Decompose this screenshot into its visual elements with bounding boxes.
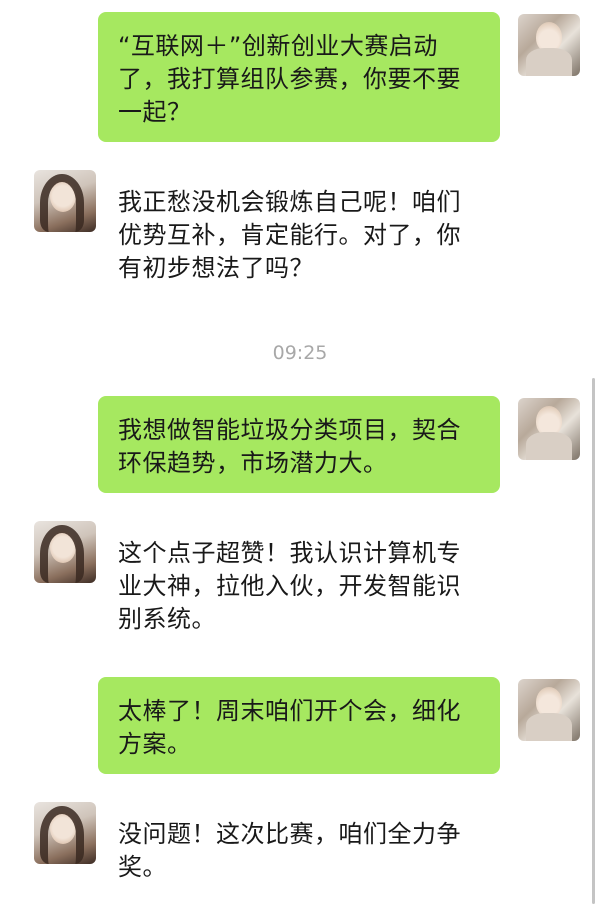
message-bubble-incoming[interactable]: 这个点子超赞！我认识计算机专业大神，拉他入伙，开发智能识别系统。 [98, 519, 500, 649]
self-avatar[interactable] [518, 14, 580, 76]
message-bubble-outgoing[interactable]: “互联网＋”创新创业大赛启动了，我打算组队参赛，你要不要一起？ [98, 12, 500, 142]
contact-avatar[interactable] [34, 802, 96, 864]
message-bubble-outgoing[interactable]: 我想做智能垃圾分类项目，契合环保趋势，市场潜力大。 [98, 396, 500, 493]
contact-avatar[interactable] [34, 170, 96, 232]
message-bubble-incoming[interactable]: 我正愁没机会锻炼自己呢！咱们优势互补，肯定能行。对了，你有初步想法了吗？ [98, 168, 500, 298]
scrollbar[interactable] [592, 378, 595, 904]
message-bubble-incoming[interactable]: 没问题！这次比赛，咱们全力争奖。 [98, 800, 500, 897]
self-avatar[interactable] [518, 679, 580, 741]
contact-avatar[interactable] [34, 521, 96, 583]
self-avatar[interactable] [518, 398, 580, 460]
message-bubble-outgoing[interactable]: 太棒了！周末咱们开个会，细化方案。 [98, 677, 500, 774]
time-divider: 09:25 [272, 342, 328, 364]
